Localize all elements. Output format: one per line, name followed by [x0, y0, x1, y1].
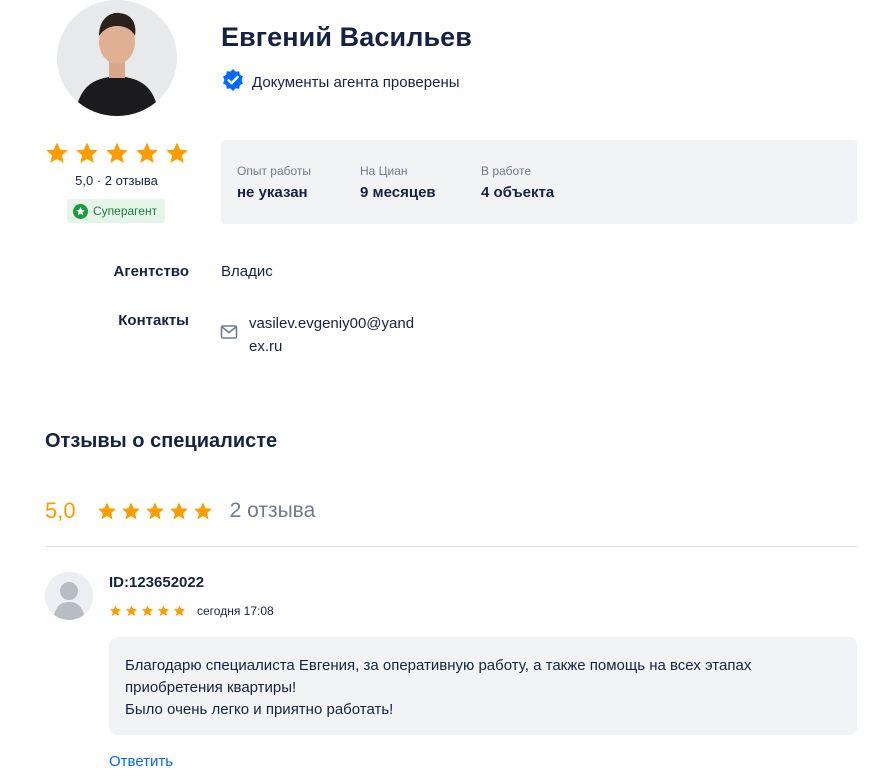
rating-summary[interactable]: 5,0 · 2 отзыва [45, 173, 188, 188]
stat-on-cian: На Циан 9 месяцев [360, 164, 436, 201]
agent-avatar [57, 0, 177, 116]
email-line: ex.ru [249, 338, 283, 355]
contact-email[interactable]: vasilev.evgeniy00@yand ex.ru [249, 312, 414, 358]
review-line: Благодарю специалиста Евгения, за операт… [125, 657, 752, 674]
star-icon [166, 142, 188, 163]
star-icon [106, 142, 128, 163]
superagent-star-icon [73, 203, 88, 219]
star-icon [109, 605, 122, 616]
stat-label: На Циан [360, 164, 408, 178]
star-icon [173, 605, 186, 616]
agent-stats: Опыт работы не указан На Циан 9 месяцев … [221, 140, 857, 224]
user-placeholder-icon [45, 572, 93, 620]
review-text: Благодарю специалиста Евгения, за операт… [125, 655, 751, 721]
reviews-title: Отзывы о специалисте [45, 430, 278, 452]
agent-rating-stars [45, 142, 189, 165]
stat-label: В работе [481, 164, 532, 178]
star-icon [169, 501, 188, 519]
star-icon [193, 501, 212, 519]
stat-value: 4 объекта [481, 184, 555, 201]
reviews-stars [97, 501, 213, 521]
verified-text: Документы агента проверены [252, 74, 460, 91]
stat-value: не указан [237, 184, 308, 201]
reviews-score: 5,0 [45, 498, 76, 523]
reviews-summary: 5,0 2 отзыва [45, 498, 315, 524]
stat-value: 9 месяцев [360, 184, 436, 201]
star-icon [76, 142, 98, 163]
agent-name: Евгений Васильев [221, 22, 472, 52]
review-line: Было очень легко и приятно работать! [125, 701, 394, 718]
star-icon [145, 501, 164, 519]
mail-icon [220, 324, 238, 345]
star-icon [136, 142, 158, 163]
review-date: сегодня 17:08 [197, 604, 274, 618]
star-icon [125, 605, 138, 616]
verified-status: Документы агента проверены [221, 68, 460, 97]
star-icon [121, 501, 140, 519]
star-icon [157, 605, 170, 616]
review-stars [109, 605, 186, 617]
badge-label: Суперагент [93, 204, 158, 218]
agency-label: Агентство [113, 263, 189, 280]
stat-in-work: В работе 4 объекта [481, 164, 554, 201]
review-body: Благодарю специалиста Евгения, за операт… [109, 637, 857, 735]
agency-value[interactable]: Владис [221, 263, 273, 280]
reviews-count: 2 отзыва [229, 499, 316, 522]
star-icon [141, 605, 154, 616]
star-icon [97, 501, 116, 519]
verified-check-icon [221, 68, 245, 97]
review-line: приобретения квартиры! [125, 679, 297, 696]
stat-label: Опыт работы [237, 164, 312, 178]
superagent-badge[interactable]: Суперагент [67, 199, 166, 223]
divider [45, 546, 857, 547]
email-line: vasilev.evgeniy00@yand [249, 315, 415, 332]
stat-experience: Опыт работы не указан [237, 164, 311, 201]
contacts-label: Контакты [118, 312, 189, 329]
reply-link[interactable]: Ответить [109, 753, 173, 770]
star-icon [46, 142, 68, 163]
review-author[interactable]: ID:123652022 [109, 574, 204, 591]
